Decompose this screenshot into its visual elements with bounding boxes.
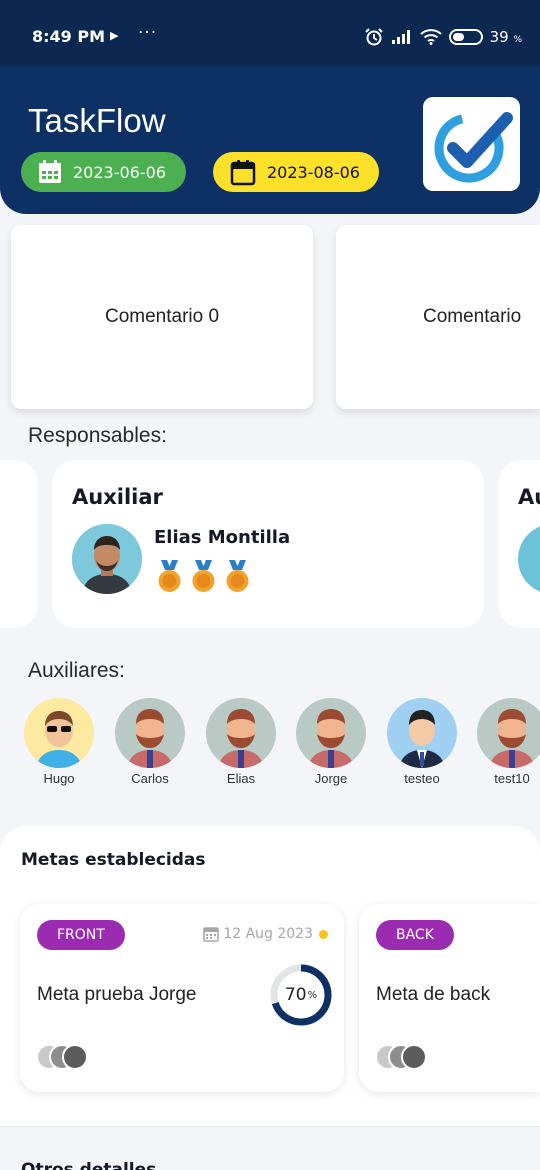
auxiliar-name: Elias [226,771,256,786]
medals-row [156,560,251,594]
team-avatars [375,1044,435,1074]
progress-value: 70% [284,985,318,1005]
wifi-icon [419,29,442,45]
media-play-icon: ▶ [110,29,119,42]
comment-card[interactable]: Comentario [336,225,540,409]
calendar-icon [203,927,220,942]
start-date-chip[interactable]: 2023-06-06 [21,152,186,192]
avatar [115,698,185,768]
metas-title: Metas establecidas [21,850,206,870]
more-notifications-icon: ··· [138,23,158,43]
auxiliar-item[interactable]: testeo [386,698,458,786]
responsable-role: Auxiliar [72,485,163,509]
meta-title: Meta de back [376,984,491,1005]
auxiliar-name: test10 [494,771,530,786]
auxiliar-item[interactable]: Hugo [23,698,95,786]
meta-tag: FRONT [37,920,125,950]
avatar [477,698,540,768]
start-date-text: 2023-06-06 [73,162,166,182]
avatar [401,1044,427,1070]
team-avatars [36,1044,96,1074]
responsable-card[interactable] [0,460,38,628]
responsables-label: Responsables: [28,424,167,447]
responsable-card[interactable]: Auxiliar Elias Montilla [52,460,484,628]
auxiliares-list: Hugo Carlos Elias Jorge testeo test10 [0,698,540,798]
avatar [24,698,94,768]
status-bar: 8:49 PM ▶ ··· 39 % [0,0,540,66]
responsable-role: Au [518,485,540,509]
avatar [518,524,540,594]
app-header: TaskFlow 2023-06-06 2023-08-06 [0,66,540,214]
avatar [296,698,366,768]
meta-tag: BACK [376,920,454,950]
alarm-icon [364,28,383,46]
auxiliar-name: Carlos [131,771,169,786]
auxiliar-item[interactable]: Carlos [114,698,186,786]
checkmark-logo-icon [434,112,513,183]
avatar [387,698,457,768]
meta-date: 12 Aug 2023 [203,926,328,942]
meta-card[interactable]: BACK Meta de back [359,904,540,1092]
comment-label: Comentario [423,306,522,327]
end-date-chip[interactable]: 2023-08-06 [213,152,379,192]
status-time: 8:49 PM [32,27,106,46]
responsable-name: Elias Montilla [154,527,291,548]
end-date-text: 2023-08-06 [267,162,360,182]
auxiliar-item[interactable]: Elias [205,698,277,786]
auxiliar-name: testeo [404,771,440,786]
battery-percent: 39 % [489,28,522,46]
medal-icon [158,560,181,592]
avatar [206,698,276,768]
auxiliar-name: Jorge [314,771,348,786]
medal-icon [226,560,249,592]
auxiliar-item[interactable]: test10 [476,698,540,786]
responsable-card[interactable]: Au [498,460,540,628]
auxiliares-label: Auxiliares: [28,659,125,682]
avatar [72,524,142,594]
comment-label: Comentario 0 [104,306,220,327]
app-logo [423,97,520,191]
calendar-icon [230,160,256,186]
auxiliar-name: Hugo [43,771,75,786]
signal-icon [391,30,410,44]
auxiliar-item[interactable]: Jorge [295,698,367,786]
comment-card[interactable]: Comentario 0 [11,225,313,409]
medal-icon [192,560,215,592]
meta-title: Meta prueba Jorge [37,984,197,1005]
battery-icon [448,29,483,45]
meta-date-text: 12 Aug 2023 [223,926,313,942]
calendar-icon [39,160,61,183]
otros-detalles-title: Otros detalles [21,1160,157,1170]
avatar [62,1044,88,1070]
meta-card[interactable]: FRONT 12 Aug 2023 Meta prueba Jorge 70% [20,904,344,1092]
metas-section: Metas establecidas FRONT 12 Aug 2023 Met… [0,826,540,1126]
status-dot [319,929,328,939]
app-title: TaskFlow [28,102,166,139]
section-divider [0,1126,540,1127]
